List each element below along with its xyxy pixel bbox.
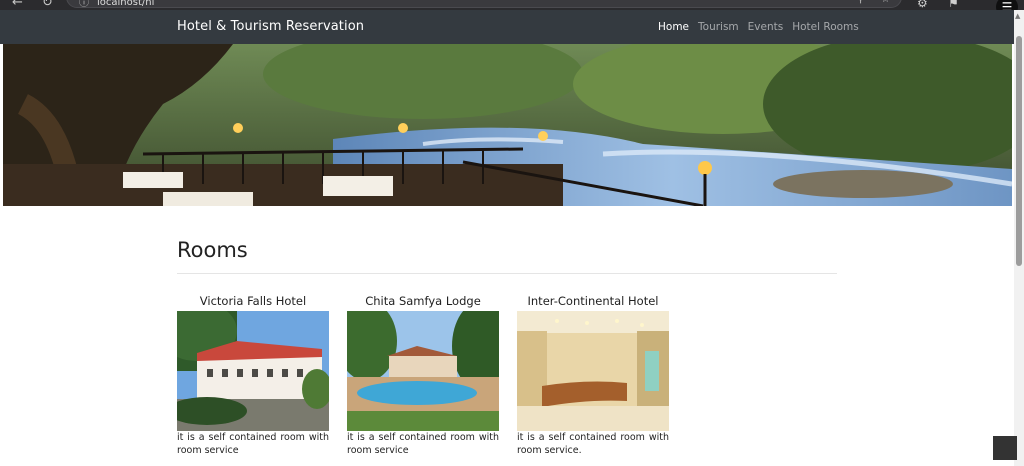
profile-icon[interactable]: ⚑ — [948, 0, 959, 10]
room-photo[interactable] — [517, 311, 669, 431]
room-card: Inter-Continental Hotel it is a self con… — [517, 294, 669, 457]
floating-widget-icon[interactable] — [993, 436, 1017, 460]
room-card-description: it is a self contained room with room se… — [347, 432, 499, 456]
nav-link-tourism[interactable]: Tourism — [698, 21, 739, 33]
navbar-brand[interactable]: Hotel & Tourism Reservation — [177, 19, 364, 34]
room-card-title: Chita Samfya Lodge — [365, 294, 481, 308]
room-card-title: Victoria Falls Hotel — [199, 294, 307, 308]
address-bar[interactable]: ⓘ localhost/hi ⚲ ☆ — [66, 0, 902, 9]
room-card-description: it is a self contained room with room se… — [517, 432, 669, 456]
reload-icon[interactable]: ↻ — [42, 0, 53, 10]
back-arrow-icon[interactable]: ← — [12, 0, 23, 10]
nav-link-hotel-rooms[interactable]: Hotel Rooms — [792, 21, 859, 33]
scrollbar-thumb[interactable] — [1016, 36, 1022, 266]
browser-toolbar: ← ↻ ⓘ localhost/hi ⚲ ☆ ⚙ ⚑ ☰ — [0, 0, 1024, 18]
room-card-title: Inter-Continental Hotel — [527, 294, 659, 308]
heading-divider — [177, 273, 837, 274]
room-card: Chita Samfya Lodge it is a self containe… — [347, 294, 499, 457]
site-navbar: Hotel & Tourism Reservation Home Tourism… — [0, 10, 1014, 44]
scroll-up-arrow-icon[interactable]: ▲ — [1015, 12, 1020, 20]
room-card: Victoria Falls Hotel it is a self contai… — [177, 294, 329, 457]
bookmark-star-icon[interactable]: ☆ — [881, 0, 890, 5]
room-photo[interactable] — [177, 311, 329, 431]
page-scrollbar[interactable]: ▲ — [1014, 10, 1024, 466]
nav-link-events[interactable]: Events — [748, 21, 784, 33]
page-viewport: Hotel & Tourism Reservation Home Tourism… — [0, 10, 1014, 466]
nav-link-home[interactable]: Home — [658, 21, 689, 33]
rooms-heading: Rooms — [177, 238, 248, 262]
room-photo[interactable] — [347, 311, 499, 431]
url-text: localhost/hi — [97, 0, 155, 8]
zoom-icon[interactable]: ⚲ — [857, 0, 864, 5]
nav-links: Home Tourism Events Hotel Rooms — [658, 21, 859, 33]
hero-banner-image — [3, 44, 1012, 206]
room-card-description: it is a self contained room with room se… — [177, 432, 329, 456]
extensions-icon[interactable]: ⚙ — [917, 0, 928, 10]
site-info-icon[interactable]: ⓘ — [79, 0, 89, 9]
